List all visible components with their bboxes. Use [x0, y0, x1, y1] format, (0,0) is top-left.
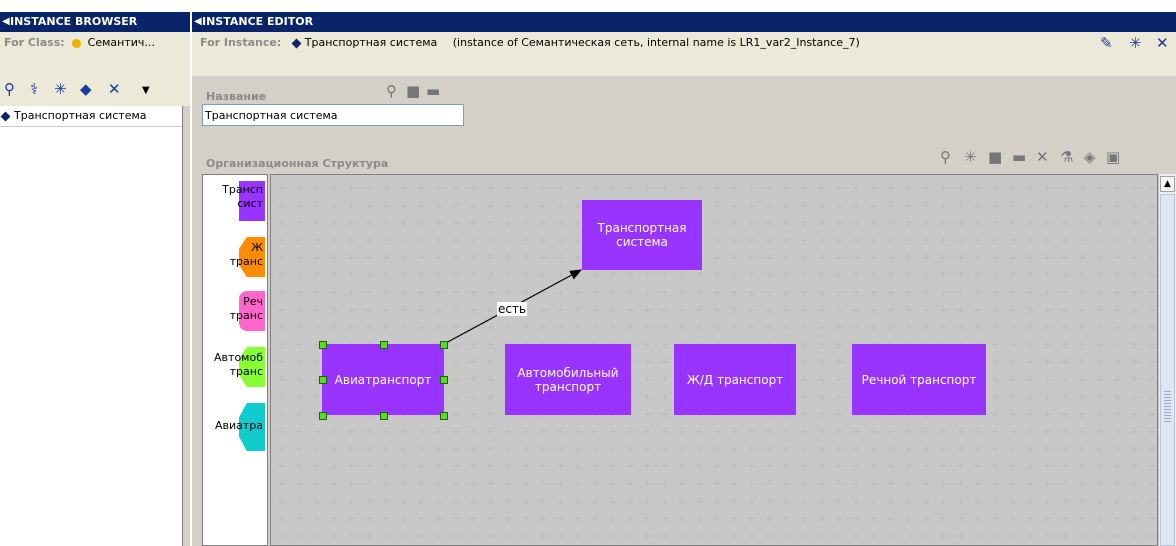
hide-icon[interactable]: ✎: [1100, 34, 1113, 52]
layout-icon[interactable]: ⚗: [1060, 148, 1073, 166]
instance-icon: [291, 38, 302, 48]
selection-handle[interactable]: [440, 376, 448, 384]
structure-label: Организационная Структура: [206, 157, 389, 170]
palette-label: Ж транс: [229, 241, 263, 268]
remove-icon[interactable]: ▬: [1012, 148, 1026, 166]
instance-editor-header: ◀ INSTANCE EDITOR: [192, 12, 1176, 32]
palette-item[interactable]: Реч транс: [203, 291, 265, 339]
structure-toolbar: ⚲ ✳ ■ ▬ ✕ ⚗ ◈ ▣: [940, 148, 1176, 170]
view-icon[interactable]: ◈: [1084, 148, 1096, 166]
node-railway[interactable]: Ж/Д транспорт: [674, 344, 796, 415]
instance-list: Транспортная система: [0, 106, 183, 546]
palette-item[interactable]: Трансп сист: [203, 181, 265, 229]
edge-label[interactable]: есть: [497, 302, 528, 316]
instance-browser-title: INSTANCE BROWSER: [10, 15, 138, 28]
class-name[interactable]: Семантич...: [88, 36, 155, 49]
find-value-icon[interactable]: ⚲: [386, 82, 397, 100]
palette-label: Трансп сист: [222, 183, 263, 210]
name-field[interactable]: Транспортная система: [202, 104, 464, 126]
selection-handle[interactable]: [380, 341, 388, 349]
create-instance-icon[interactable]: ⚕: [30, 80, 38, 98]
scroll-grip: [1164, 391, 1171, 423]
collapse-editor-icon[interactable]: ◀: [194, 12, 202, 32]
find-icon[interactable]: ⚲: [940, 148, 951, 166]
references-icon[interactable]: ✳: [1129, 34, 1142, 52]
copy-instance-icon[interactable]: ◆: [80, 80, 92, 98]
selection-handle[interactable]: [440, 412, 448, 420]
instance-name: Транспортная система: [304, 36, 438, 49]
selection-handle[interactable]: [319, 376, 327, 384]
top-strip: [0, 0, 1176, 12]
add-value-icon[interactable]: ■: [406, 82, 420, 100]
add-icon[interactable]: ■: [988, 148, 1002, 166]
instance-editor-title: INSTANCE EDITOR: [202, 15, 314, 28]
remove-value-icon[interactable]: ▬: [426, 82, 440, 100]
palette-label: Автомоб транс: [214, 351, 263, 378]
for-class-label: For Class:: [4, 36, 65, 49]
instance-icon: [0, 111, 11, 121]
selection-handle[interactable]: [319, 341, 327, 349]
for-instance-label: For Instance:: [200, 36, 282, 49]
selection-handle[interactable]: [380, 412, 388, 420]
collapse-icon[interactable]: ◀: [2, 12, 10, 32]
palette-item[interactable]: Автомоб транс: [203, 347, 265, 395]
instance-info: (instance of Семантическая сеть, interna…: [452, 36, 860, 49]
delete-instance-icon[interactable]: ✕: [108, 80, 121, 98]
palette-item[interactable]: Авиатра: [203, 403, 265, 451]
palette-label: Авиатра: [214, 419, 263, 432]
vertical-scrollbar[interactable]: ▲: [1158, 174, 1176, 546]
scroll-up-icon[interactable]: ▲: [1160, 176, 1175, 192]
instance-list-item-label: Транспортная система: [14, 109, 147, 122]
reference-icon[interactable]: ✳: [964, 148, 977, 166]
node-river[interactable]: Речной транспорт: [852, 344, 986, 415]
menu-dropdown-icon[interactable]: ▼: [142, 82, 150, 100]
save-icon[interactable]: ▣: [1106, 148, 1120, 166]
for-class-row: For Class: Семантич...: [0, 32, 190, 54]
palette-item[interactable]: Ж транс: [203, 237, 265, 285]
scroll-thumb[interactable]: [1160, 194, 1175, 546]
selection-handle[interactable]: [440, 341, 448, 349]
node-transport-system[interactable]: Транспортная система: [582, 200, 702, 270]
shape-palette: Трансп сист Ж транс Реч транс Автомоб тр…: [202, 174, 268, 546]
for-instance-row: For Instance: Транспортная система (inst…: [192, 32, 1176, 76]
node-aviation[interactable]: Авиатранспорт: [322, 344, 444, 415]
close-icon[interactable]: ✕: [1156, 34, 1169, 52]
node-automobile[interactable]: Автомобильный транспорт: [505, 344, 631, 415]
reference-icon[interactable]: ✳: [54, 80, 67, 98]
palette-label: Реч транс: [229, 295, 263, 322]
find-instance-icon[interactable]: ⚲: [4, 80, 15, 98]
selection-handle[interactable]: [319, 412, 327, 420]
instance-list-item[interactable]: Транспортная система: [0, 106, 182, 127]
class-icon: [72, 38, 82, 48]
browser-toolbar: ⚲ ⚕ ✳ ◆ ✕ ▼: [0, 54, 190, 106]
delete-icon[interactable]: ✕: [1036, 148, 1049, 166]
instance-browser-header: ◀ INSTANCE BROWSER: [0, 12, 190, 32]
